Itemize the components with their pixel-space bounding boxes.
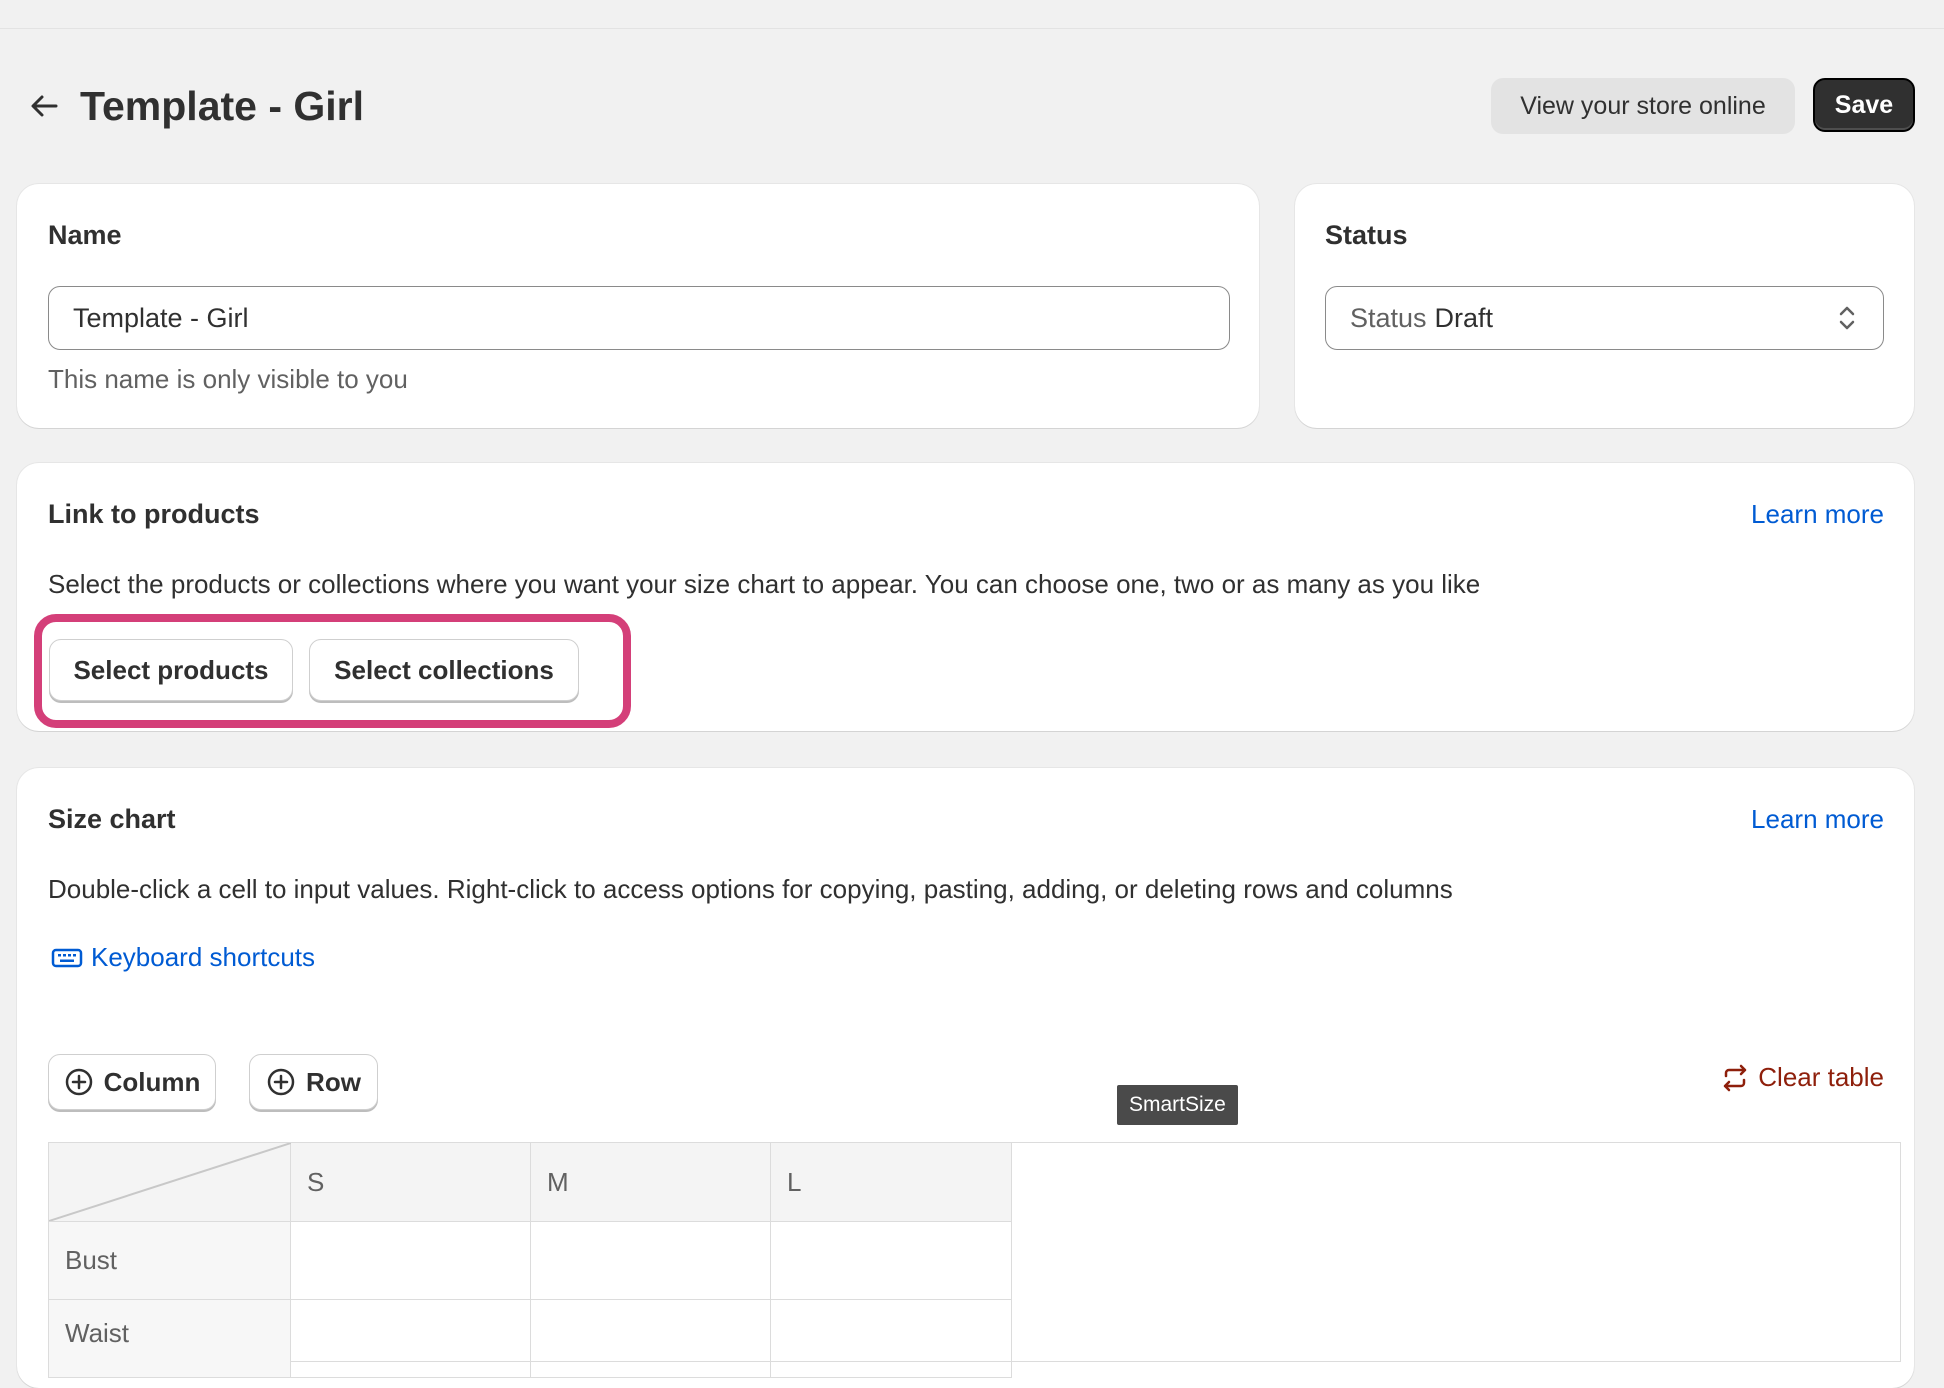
table-cell[interactable] <box>290 1299 531 1378</box>
arrow-left-icon <box>31 95 58 117</box>
row-header[interactable]: Waist <box>48 1299 291 1378</box>
select-products-button[interactable]: Select products <box>49 639 293 701</box>
status-select-label: Status <box>1350 302 1427 333</box>
column-header[interactable]: L <box>770 1142 1012 1222</box>
refresh-arrows-icon <box>1724 1064 1747 1091</box>
save-button[interactable]: Save <box>1813 78 1915 132</box>
status-select-value: Draft <box>1434 302 1494 333</box>
link-products-learn-more[interactable]: Learn more <box>1751 499 1884 530</box>
keyboard-shortcuts-label: Keyboard shortcuts <box>91 942 316 972</box>
smartsize-tooltip: SmartSize <box>1117 1085 1238 1125</box>
add-column-button[interactable]: Column <box>48 1054 216 1110</box>
view-store-button[interactable]: View your store online <box>1491 78 1795 134</box>
table-corner-cell <box>48 1142 291 1222</box>
plus-circle-icon <box>65 1068 92 1096</box>
table-cell[interactable] <box>770 1221 1012 1300</box>
size-chart-description: Double-click a cell to input values. Rig… <box>48 874 1453 904</box>
keyboard-shortcuts-link[interactable]: Keyboard shortcuts <box>51 942 315 973</box>
status-card-title: Status <box>1325 220 1408 250</box>
column-header[interactable]: S <box>290 1142 531 1222</box>
clear-table-label: Clear table <box>1758 1062 1884 1092</box>
select-products-label: Select products <box>73 654 269 685</box>
table-cell[interactable] <box>530 1221 771 1300</box>
keyboard-icon <box>51 948 83 967</box>
name-card: Name This name is only visible to you <box>17 184 1259 428</box>
link-products-title: Link to products <box>48 499 260 529</box>
column-header[interactable]: M <box>530 1142 771 1222</box>
table-row: Waist <box>48 1299 1012 1378</box>
chevron-up-down-icon <box>1839 306 1855 330</box>
back-button[interactable] <box>28 90 60 122</box>
name-help-text: This name is only visible to you <box>48 364 408 394</box>
size-chart-title: Size chart <box>48 804 176 834</box>
clear-table-button[interactable]: Clear table <box>1720 1062 1884 1093</box>
table-header-row: S M L <box>48 1142 1012 1222</box>
link-products-description: Select the products or collections where… <box>48 569 1481 599</box>
table-cell[interactable] <box>530 1299 771 1378</box>
size-chart-card: Size chart Learn more Double-click a cel… <box>17 768 1914 1388</box>
table-cell[interactable] <box>770 1299 1012 1378</box>
link-products-card: Link to products Learn more Select the p… <box>17 463 1914 731</box>
size-chart-learn-more[interactable]: Learn more <box>1751 804 1884 835</box>
add-column-label: Column <box>103 1066 201 1097</box>
status-select[interactable]: Status Draft <box>1325 286 1884 350</box>
status-card: Status Status Draft <box>1295 184 1914 428</box>
add-row-label: Row <box>306 1066 361 1097</box>
name-input[interactable] <box>48 286 1230 350</box>
table-cell[interactable] <box>290 1221 531 1300</box>
select-collections-label: Select collections <box>334 654 554 685</box>
name-card-title: Name <box>48 220 122 250</box>
select-collections-button[interactable]: Select collections <box>309 639 579 701</box>
page-title: Template - Girl <box>80 83 365 129</box>
size-table: S M L Bust Waist <box>48 1142 1012 1378</box>
plus-circle-icon <box>267 1068 295 1096</box>
row-header[interactable]: Bust <box>48 1221 291 1300</box>
diagonal-divider <box>49 1143 291 1221</box>
page-header: Template - Girl View your store online S… <box>0 78 1944 134</box>
add-row-button[interactable]: Row <box>249 1054 378 1110</box>
top-divider <box>0 28 1944 29</box>
table-row: Bust <box>48 1221 1012 1300</box>
